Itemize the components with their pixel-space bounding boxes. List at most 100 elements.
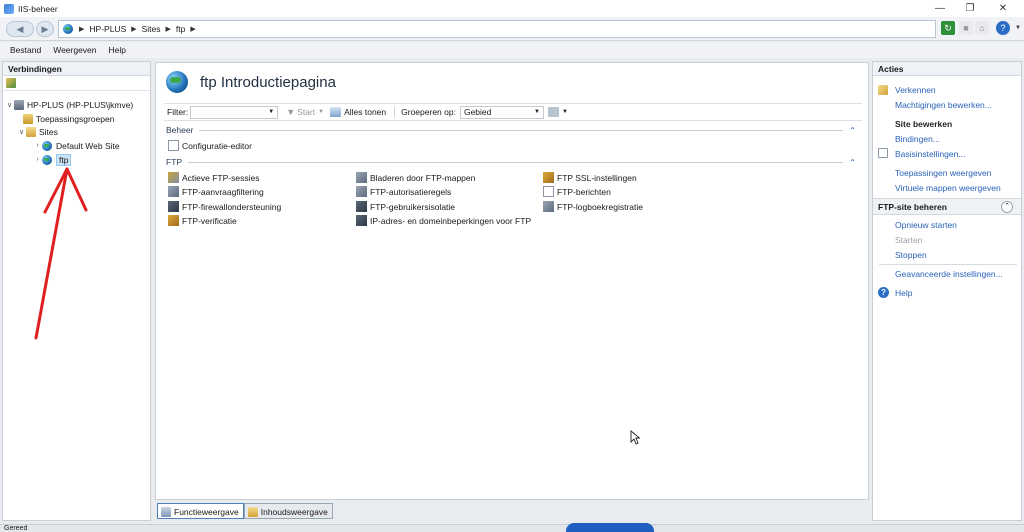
minimize-button[interactable]: — bbox=[925, 0, 955, 17]
view-grid-icon bbox=[547, 107, 559, 117]
action-help[interactable]: Help bbox=[895, 288, 912, 298]
help-icon[interactable]: ? bbox=[996, 21, 1010, 35]
start-button-label: Start bbox=[297, 107, 316, 117]
dropdown-arrow-icon: ▼ bbox=[268, 109, 275, 115]
refresh-icon[interactable]: ↻ bbox=[941, 21, 955, 35]
overlay-pill bbox=[566, 523, 654, 532]
tree-server[interactable]: ∨ HP-PLUS (HP-PLUS\jkmve) bbox=[5, 98, 133, 111]
authentication-icon bbox=[168, 215, 179, 226]
view-tabs: Functieweergave Inhoudsweergave bbox=[157, 503, 333, 519]
tab-features-view[interactable]: Functieweergave bbox=[157, 503, 244, 519]
ftp-site-manage-header[interactable]: FTP-site beheren ⌃ bbox=[873, 198, 1021, 215]
breadcrumb-ftp[interactable]: ftp bbox=[176, 24, 185, 34]
collapse-chevron-icon[interactable]: ⌃ bbox=[849, 126, 856, 135]
feature-ftp-firewall-support[interactable]: FTP-firewallondersteuning bbox=[168, 200, 281, 213]
collapse-icon[interactable]: ∨ bbox=[17, 128, 26, 136]
home-icon[interactable]: ⌂ bbox=[975, 21, 989, 35]
features-panel: ftp Introductiepagina Filter: ▼ ▼ Start … bbox=[155, 62, 869, 500]
feature-ftp-logging[interactable]: FTP-logboekregistratie bbox=[543, 200, 643, 213]
show-all-button[interactable]: Alles tonen bbox=[330, 107, 386, 117]
feature-label: FTP-firewallondersteuning bbox=[182, 201, 282, 212]
expand-icon[interactable]: › bbox=[33, 142, 42, 149]
lock-icon bbox=[543, 172, 554, 183]
start-button[interactable]: ▼ Start ▼ bbox=[286, 107, 324, 117]
feature-ftp-authentication[interactable]: FTP-verificatie bbox=[168, 214, 237, 227]
group-header-beheer[interactable]: Beheer ⌃ bbox=[166, 125, 856, 135]
feature-active-ftp-sessions[interactable]: Actieve FTP-sessies bbox=[168, 171, 259, 184]
sessions-icon bbox=[168, 172, 179, 183]
feature-label: FTP-aanvraagfiltering bbox=[182, 186, 264, 197]
tree-default-web-site[interactable]: › Default Web Site bbox=[33, 139, 120, 152]
help-icon: ? bbox=[878, 287, 889, 298]
edit-site-heading: Site bewerken bbox=[895, 119, 953, 129]
view-mode-button[interactable]: ▼ bbox=[547, 107, 568, 117]
back-button[interactable]: ◀ bbox=[6, 21, 34, 37]
feature-label: FTP SSL-instellingen bbox=[557, 172, 637, 183]
breadcrumb-separator-icon: ▶ bbox=[79, 26, 85, 33]
funnel-icon: ▼ bbox=[286, 107, 296, 117]
group-by-select[interactable]: Gebied ▼ bbox=[459, 105, 544, 119]
user-isolation-icon bbox=[356, 201, 367, 212]
feature-ftp-request-filtering[interactable]: FTP-aanvraagfiltering bbox=[168, 185, 264, 198]
feature-ftp-ssl-settings[interactable]: FTP SSL-instellingen bbox=[543, 171, 637, 184]
feature-browse-ftp-folders[interactable]: Bladeren door FTP-mappen bbox=[356, 171, 475, 184]
address-toolbar: ◀ ▶ ▶ HP-PLUS ▶ Sites ▶ ftp ▶ ↻ ■ ⌂ ? ▼ bbox=[0, 17, 1024, 41]
globe-icon bbox=[42, 140, 52, 151]
feature-ftp-ip-domain-restrictions[interactable]: IP-adres- en domeinbeperkingen voor FTP bbox=[356, 214, 531, 227]
globe-icon bbox=[42, 154, 52, 165]
divider bbox=[879, 264, 1017, 265]
filter-toolbar: Filter: ▼ ▼ Start ▼ Alles tonen Groepere… bbox=[164, 103, 862, 121]
folder-icon bbox=[26, 126, 36, 137]
mouse-cursor-icon bbox=[630, 430, 640, 445]
feature-ftp-user-isolation[interactable]: FTP-gebruikersisolatie bbox=[356, 200, 455, 213]
forward-button[interactable]: ▶ bbox=[36, 21, 54, 37]
firewall-icon bbox=[168, 201, 179, 212]
feature-ftp-messages[interactable]: FTP-berichten bbox=[543, 185, 611, 198]
connections-toolbar bbox=[3, 76, 150, 91]
action-view-virtual-directories[interactable]: Virtuele mappen weergeven bbox=[895, 183, 1001, 193]
collapse-chevron-icon[interactable]: ⌃ bbox=[849, 158, 856, 167]
action-edit-permissions[interactable]: Machtigingen bewerken... bbox=[895, 100, 992, 110]
stop-icon[interactable]: ■ bbox=[959, 21, 973, 35]
action-advanced-settings[interactable]: Geavanceerde instellingen... bbox=[895, 269, 1003, 279]
menu-weergeven[interactable]: Weergeven bbox=[53, 45, 96, 55]
actions-panel: Acties Verkennen Machtigingen bewerken..… bbox=[872, 61, 1022, 521]
maximize-button[interactable]: ❐ bbox=[955, 0, 985, 17]
breadcrumb-sites[interactable]: Sites bbox=[142, 24, 161, 34]
address-bar[interactable]: ▶ HP-PLUS ▶ Sites ▶ ftp ▶ bbox=[58, 20, 936, 38]
feature-label: FTP-gebruikersisolatie bbox=[370, 201, 456, 212]
ftp-site-manage-label: FTP-site beheren bbox=[878, 202, 947, 212]
menu-bestand[interactable]: Bestand bbox=[10, 45, 41, 55]
breadcrumb-server[interactable]: HP-PLUS bbox=[89, 24, 126, 34]
filter-input[interactable]: ▼ bbox=[190, 105, 279, 119]
features-view-icon bbox=[161, 507, 171, 517]
action-bindings[interactable]: Bindingen... bbox=[895, 134, 940, 144]
feature-label: FTP-verificatie bbox=[182, 215, 237, 226]
basic-settings-icon bbox=[878, 148, 888, 158]
connections-panel: Verbindingen ∨ HP-PLUS (HP-PLUS\jkmve) T… bbox=[2, 61, 151, 521]
action-stop[interactable]: Stoppen bbox=[895, 250, 927, 260]
feature-configuration-editor[interactable]: Configuratie-editor bbox=[168, 139, 252, 152]
feature-label: FTP-autorisatieregels bbox=[370, 186, 452, 197]
menu-bar: Bestand Weergeven Help bbox=[0, 42, 1024, 58]
connect-icon[interactable] bbox=[6, 78, 16, 88]
action-view-applications[interactable]: Toepassingen weergeven bbox=[895, 168, 991, 178]
status-bar: Gereed bbox=[0, 524, 1024, 532]
action-basic-settings[interactable]: Basisinstellingen... bbox=[895, 149, 965, 159]
tree-ftp[interactable]: › ftp bbox=[33, 153, 72, 166]
collapse-chevron-icon[interactable]: ⌃ bbox=[1001, 201, 1013, 213]
close-button[interactable]: ✕ bbox=[988, 0, 1018, 17]
tab-content-label: Inhoudsweergave bbox=[260, 507, 328, 517]
feature-ftp-authorization-rules[interactable]: FTP-autorisatieregels bbox=[356, 185, 451, 198]
expand-icon[interactable]: › bbox=[33, 156, 42, 163]
tree-app-pools[interactable]: Toepassingsgroepen bbox=[23, 112, 114, 125]
action-restart[interactable]: Opnieuw starten bbox=[895, 220, 957, 230]
action-explore[interactable]: Verkennen bbox=[895, 85, 936, 95]
filter-icon bbox=[168, 186, 179, 197]
help-dropdown-icon[interactable]: ▼ bbox=[1011, 21, 1024, 35]
group-header-ftp[interactable]: FTP ⌃ bbox=[166, 157, 856, 167]
collapse-icon[interactable]: ∨ bbox=[5, 101, 14, 109]
menu-help[interactable]: Help bbox=[109, 45, 126, 55]
tab-content-view[interactable]: Inhoudsweergave bbox=[243, 503, 333, 519]
tree-sites[interactable]: ∨ Sites bbox=[17, 125, 58, 138]
